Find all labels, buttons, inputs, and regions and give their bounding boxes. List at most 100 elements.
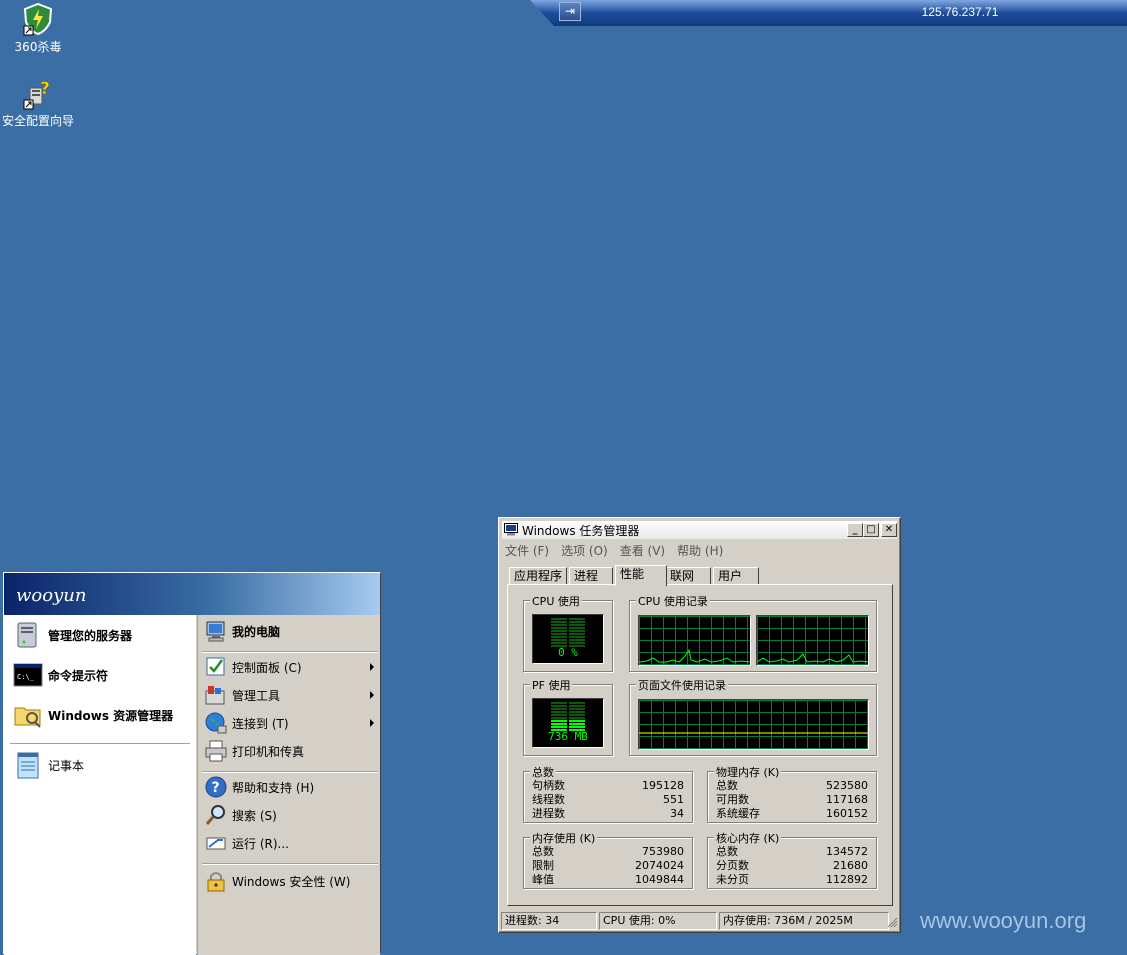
stat-value: 112892 [826,873,868,886]
rdp-connection-bar: ⇥ 125.76.237.71 [530,0,1127,26]
meter-segment [569,711,585,713]
menu-item-manage-server[interactable]: 管理您的服务器 [12,619,132,651]
pf-history-plot [639,700,868,749]
cpu-history-plot-2 [756,616,869,665]
cpu-history-graph-2 [756,615,869,666]
cpu-history-graph-1 [638,615,751,666]
menu-item-label: 帮助和支持 (H) [232,780,315,795]
physical-memory-group: 物理内存 (K) 总数 523580 可用数 117168 系统缓存 160152 [707,764,877,823]
stat-value: 2074024 [635,859,684,872]
minimize-button[interactable]: _ [847,523,863,537]
admin-tools-icon [205,686,225,705]
menu-item-notepad[interactable]: 记事本 [12,749,84,781]
stat-label: 句柄数 [532,779,565,792]
stat-label: 未分页 [716,873,749,886]
menu-item-label: 命令提示符 [48,668,109,683]
start-menu-pinned-list: 管理您的服务器 C:\_ 命令提示符 Windows 资源管理器 记事本 [4,615,196,955]
close-button[interactable]: ✕ [881,523,897,537]
menu-item-label: 管理工具 [232,688,281,703]
menu-bar: 文件 (F) 选项 (O) 查看 (V) 帮助 (H) [505,542,735,560]
group-title: 总数 [530,764,556,780]
group-title: CPU 使用 [530,593,582,609]
stat-label: 分页数 [716,859,749,872]
menu-help[interactable]: 帮助 (H) [677,542,723,560]
stat-physical-available: 可用数 117168 [716,793,868,807]
meter-segment [569,633,585,635]
meter-segment [569,717,585,719]
stat-system-cache: 系统缓存 160152 [716,807,868,821]
menu-item-command-prompt[interactable]: C:\_ 命令提示符 [12,659,108,691]
desktop-icon-label: 360杀毒 [14,40,62,54]
kernel-memory-group: 核心内存 (K) 总数 134572 分页数 21680 未分页 112892 [707,830,877,889]
menu-view[interactable]: 查看 (V) [620,542,665,560]
rdp-host-ip: 125.76.237.71 [921,5,999,19]
desktop-icon-security-wizard[interactable]: ? 安全配置向导 [0,78,76,129]
meter-segment [569,624,585,626]
svg-text:C:\_: C:\_ [17,673,35,681]
tab-performance[interactable]: 性能 [615,565,667,586]
svg-text:?: ? [212,780,220,796]
totals-group: 总数 句柄数 195128 线程数 551 进程数 34 [523,764,693,823]
stat-processes: 进程数 34 [532,807,684,821]
printer-icon [205,740,227,762]
pf-usage-meter: 736 MB [532,698,604,748]
meter-segment [551,702,567,704]
meter-segment [569,627,585,629]
meter-segment [551,717,567,719]
tab-users[interactable]: 用户 [713,567,759,585]
meter-segment [569,720,585,722]
cpu-usage-meter: 0 % [532,614,604,664]
stat-label: 总数 [532,845,554,858]
menu-item-run[interactable]: 运行 (R)... [204,827,289,859]
stat-value: 753980 [642,845,684,858]
control-panel-icon [206,657,225,676]
meter-segment [551,630,567,632]
menu-file[interactable]: 文件 (F) [505,542,549,560]
meter-segment [551,621,567,623]
run-icon [206,837,226,850]
stat-value: 117168 [826,793,868,806]
meter-segment [569,639,585,641]
pin-icon[interactable]: ⇥ [559,2,581,21]
menu-item-label: 搜索 (S) [232,808,277,823]
menu-item-my-computer[interactable]: 我的电脑 [204,615,280,647]
tab-processes[interactable]: 进程 [569,567,613,585]
meter-segment [551,639,567,641]
cpu-history-plot-1 [638,616,751,665]
menu-options[interactable]: 选项 (O) [561,542,608,560]
maximize-button[interactable]: □ [863,523,879,537]
status-memory: 内存使用: 736M / 2025M [719,912,889,930]
cmd-icon: C:\_ [13,663,43,687]
stat-value: 160152 [826,807,868,820]
meter-segment [569,702,585,704]
stat-commit-total: 总数 753980 [532,845,684,859]
pf-history-graph [638,699,869,750]
stat-handles: 句柄数 195128 [532,779,684,793]
resize-grip-icon[interactable] [887,917,898,928]
stat-label: 线程数 [532,793,565,806]
stat-label: 系统缓存 [716,807,760,820]
menu-item-label: 管理您的服务器 [48,628,133,643]
menu-item-explorer[interactable]: Windows 资源管理器 [12,699,173,731]
meter-segment [551,711,567,713]
stat-label: 限制 [532,859,554,872]
group-title: CPU 使用记录 [636,593,710,609]
title-bar: Windows 任务管理器 _ □ ✕ [502,521,897,539]
menu-item-windows-security[interactable]: Windows 安全性 (W) [204,865,350,897]
my-computer-icon [206,621,225,642]
tab-networking[interactable]: 联网 [665,567,711,585]
meter-segment [569,726,585,728]
meter-segment [551,723,567,725]
start-menu-system-list: 我的电脑 控制面板 (C) 管理工具 连接到 (T) 打印机和传真 ? 帮助和支… [197,615,380,955]
menu-separator [10,743,190,745]
tab-applications[interactable]: 应用程序 [509,567,567,585]
menu-item-printers[interactable]: 打印机和传真 [204,735,304,767]
cpu-usage-value: 0 % [558,646,578,659]
menu-item-label: 运行 (R)... [232,836,289,851]
pf-usage-value: 736 MB [548,730,588,743]
meter-segment [569,621,585,623]
desktop-icon-360[interactable]: 360杀毒 [8,2,68,55]
stat-label: 总数 [716,845,738,858]
explorer-icon [14,707,41,728]
meter-segment [551,633,567,635]
